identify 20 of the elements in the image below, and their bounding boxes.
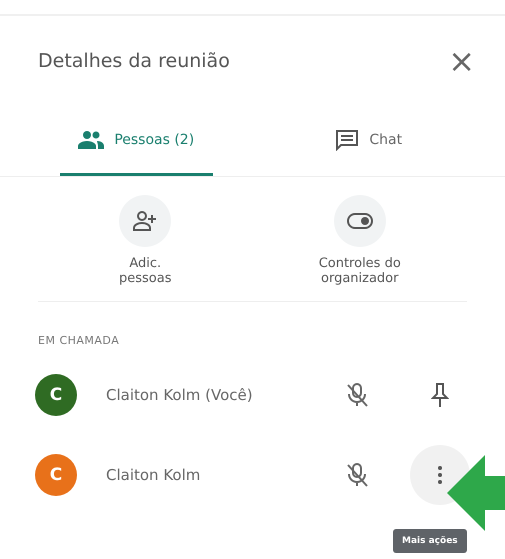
more-icon <box>438 466 442 484</box>
toggle-icon <box>346 213 373 229</box>
avatar: C <box>35 374 77 416</box>
avatar: C <box>35 454 77 496</box>
add-person-icon <box>132 209 158 233</box>
participant-name: Claiton Kolm (Você) <box>106 386 254 404</box>
section-heading: EM CHAMADA <box>37 332 120 349</box>
panel-title: Detalhes da reunião <box>38 50 230 72</box>
action-button[interactable]: Adic. pessoas <box>60 195 230 287</box>
chat-icon <box>335 128 360 150</box>
tab[interactable]: Chat <box>292 106 445 176</box>
action-button[interactable]: Controles do organizador <box>274 195 445 287</box>
people-icon <box>78 130 104 150</box>
close-button[interactable]: × <box>442 45 481 77</box>
mic-off-icon[interactable] <box>346 382 368 408</box>
mic-off-icon[interactable] <box>346 462 368 488</box>
tab[interactable]: Pessoas (2) <box>60 106 212 176</box>
tooltip: Mais ações <box>393 529 467 553</box>
pin-icon[interactable] <box>431 382 449 408</box>
participant-name: Claiton Kolm <box>106 466 202 484</box>
